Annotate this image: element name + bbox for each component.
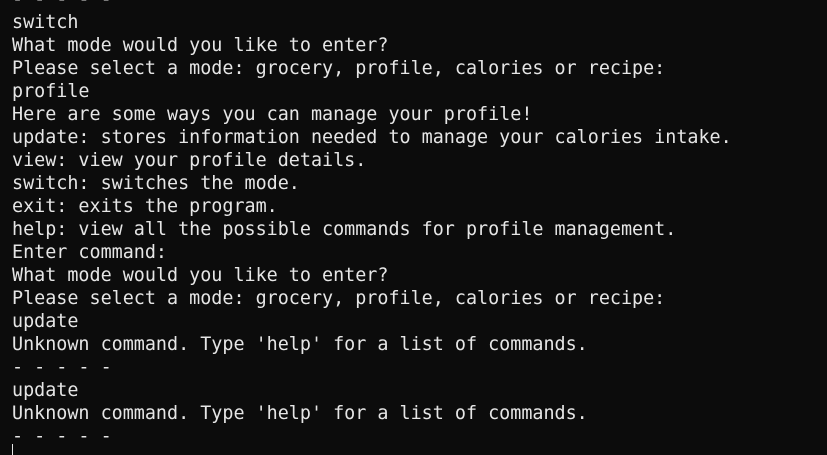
- terminal-line-user-input: switch: [12, 12, 79, 33]
- terminal-line-output: view: view your profile details.: [12, 150, 367, 171]
- terminal-output: - - - - - switch What mode would you lik…: [12, 0, 732, 448]
- terminal-line-separator: - - - - -: [12, 357, 112, 378]
- terminal-line-prompt: What mode would you like to enter?: [12, 35, 389, 56]
- terminal-line-output: help: view all the possible commands for…: [12, 219, 677, 240]
- terminal-line-output: Here are some ways you can manage your p…: [12, 104, 533, 125]
- terminal-line-prompt: What mode would you like to enter?: [12, 265, 389, 286]
- terminal-line-user-input: update: [12, 380, 79, 401]
- terminal-line-separator: - - - - -: [12, 0, 732, 11]
- terminal-line-prompt: Please select a mode: grocery, profile, …: [12, 288, 666, 309]
- terminal-line-output: switch: switches the mode.: [12, 173, 300, 194]
- terminal-line-output: Unknown command. Type 'help' for a list …: [12, 403, 588, 424]
- terminal-line-prompt: Please select a mode: grocery, profile, …: [12, 58, 666, 79]
- terminal-line-separator: - - - - -: [12, 426, 112, 447]
- terminal-line-user-input: update: [12, 311, 79, 332]
- terminal-line-prompt: Enter command:: [12, 242, 168, 263]
- terminal-line-output: exit: exits the program.: [12, 196, 278, 217]
- terminal-line-output: Unknown command. Type 'help' for a list …: [12, 334, 588, 355]
- terminal-window[interactable]: - - - - - switch What mode would you lik…: [0, 0, 827, 455]
- terminal-line-output: update: stores information needed to man…: [12, 127, 732, 148]
- text-cursor: [12, 444, 13, 455]
- terminal-line-user-input: profile: [12, 81, 90, 102]
